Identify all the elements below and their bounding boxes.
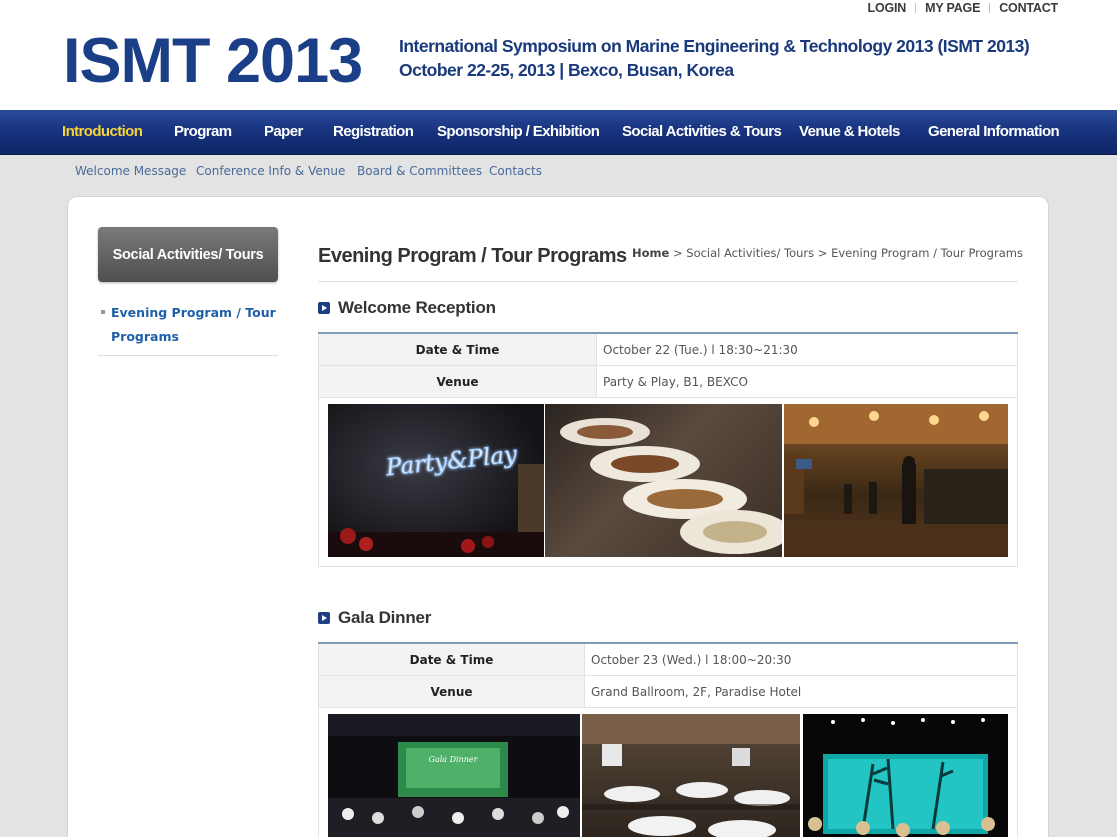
title-divider <box>318 281 1018 282</box>
subnav-welcome-message[interactable]: Welcome Message <box>75 164 186 178</box>
restaurant-interior-image <box>784 404 1008 557</box>
table-row: Venue Grand Ballroom, 2F, Paradise Hotel <box>318 676 1018 708</box>
play-bullet-icon <box>318 612 330 624</box>
info-table-gala-dinner: Date & Time October 23 (Wed.) l 18:00~20… <box>318 642 1018 708</box>
section-title: Gala Dinner <box>338 608 432 627</box>
nav-sponsorship-exhibition[interactable]: Sponsorship / Exhibition <box>437 110 600 155</box>
table-row: Venue Party & Play, B1, BEXCO <box>318 366 1018 398</box>
date-time-label: Date & Time <box>318 644 585 675</box>
stage-performance-image <box>808 718 995 837</box>
subnav-board-committees[interactable]: Board & Committees <box>357 164 482 178</box>
nav-registration[interactable]: Registration <box>333 110 414 155</box>
photo-restaurant-interior <box>784 404 1008 557</box>
section-heading-welcome-reception: Welcome Reception <box>318 298 496 318</box>
neon-sign-text: Party&Play <box>384 442 519 482</box>
photo-strip-gala-dinner: Gala Dinner <box>318 708 1018 837</box>
sidebar-title: Social Activities/ Tours <box>98 227 278 282</box>
gala-screen-title: Gala Dinner <box>429 755 479 764</box>
nav-introduction[interactable]: Introduction <box>62 110 143 155</box>
subnav-contacts[interactable]: Contacts <box>489 164 542 178</box>
header: LOGIN MY PAGE CONTACT ISMT 2013 Internat… <box>0 0 1117 110</box>
date-time-value: October 22 (Tue.) l 18:30~21:30 <box>597 334 1018 365</box>
tagline-line-1: International Symposium on Marine Engine… <box>399 36 1030 56</box>
info-table-welcome-reception: Date & Time October 22 (Tue.) l 18:30~21… <box>318 332 1018 398</box>
main-nav: Introduction Program Paper Registration … <box>0 110 1117 155</box>
page-title: Evening Program / Tour Programs <box>318 245 627 267</box>
table-row: Date & Time October 23 (Wed.) l 18:00~20… <box>318 644 1018 676</box>
sidebar-item-label[interactable]: Evening Program / Tour Programs <box>111 301 276 349</box>
buffet-plates-image <box>560 418 782 554</box>
nav-general-information[interactable]: General Information <box>928 110 1060 155</box>
photo-ballroom-tables <box>582 714 800 837</box>
site-tagline: International Symposium on Marine Engine… <box>399 34 1030 82</box>
play-bullet-icon <box>318 302 330 314</box>
tagline-line-2: October 22-25, 2013 | Bexco, Busan, Kore… <box>399 60 734 80</box>
nav-paper[interactable]: Paper <box>264 110 303 155</box>
neon-sign-image: Party&Play <box>328 441 544 557</box>
breadcrumb-social-activities[interactable]: Social Activities/ Tours <box>686 246 814 260</box>
divider <box>915 3 917 13</box>
venue-label: Venue <box>318 676 585 707</box>
utility-links: LOGIN MY PAGE CONTACT <box>868 0 1059 16</box>
photo-buffet-food <box>545 404 782 557</box>
photo-stage-performance <box>803 714 1008 837</box>
breadcrumb-separator: > <box>672 246 683 260</box>
venue-value: Party & Play, B1, BEXCO <box>597 366 1018 397</box>
contact-link[interactable]: CONTACT <box>999 1 1058 15</box>
date-time-value: October 23 (Wed.) l 18:00~20:30 <box>585 644 1018 675</box>
gala-ballroom-image: Gala Dinner <box>328 714 580 837</box>
bullet-icon <box>101 310 105 314</box>
nav-program[interactable]: Program <box>174 110 232 155</box>
divider <box>989 3 991 13</box>
photo-strip-welcome-reception: Party&Play <box>318 398 1018 567</box>
venue-label: Venue <box>318 366 597 397</box>
photo-gala-ballroom: Gala Dinner <box>328 714 580 837</box>
section-heading-gala-dinner: Gala Dinner <box>318 608 431 628</box>
site-logo[interactable]: ISMT 2013 <box>63 26 363 96</box>
nav-social-activities-tours[interactable]: Social Activities & Tours <box>622 110 782 155</box>
section-title: Welcome Reception <box>338 298 496 317</box>
sidebar-item-evening-program[interactable]: Evening Program / Tour Programs <box>98 301 278 356</box>
breadcrumb-separator: > <box>817 246 828 260</box>
breadcrumb-current: Evening Program / Tour Programs <box>831 246 1023 260</box>
login-link[interactable]: LOGIN <box>868 1 907 15</box>
subnav-conference-info[interactable]: Conference Info & Venue <box>196 164 345 178</box>
breadcrumb-home[interactable]: Home <box>632 246 669 260</box>
ballroom-tables-image <box>582 714 800 837</box>
my-page-link[interactable]: MY PAGE <box>925 1 980 15</box>
photo-party-play-sign: Party&Play <box>328 404 544 557</box>
breadcrumb: Home > Social Activities/ Tours > Evenin… <box>632 246 1023 260</box>
date-time-label: Date & Time <box>318 334 597 365</box>
nav-venue-hotels[interactable]: Venue & Hotels <box>799 110 900 155</box>
venue-value: Grand Ballroom, 2F, Paradise Hotel <box>585 676 1018 707</box>
sub-nav: Welcome Message Conference Info & Venue … <box>0 155 1117 189</box>
table-row: Date & Time October 22 (Tue.) l 18:30~21… <box>318 334 1018 366</box>
